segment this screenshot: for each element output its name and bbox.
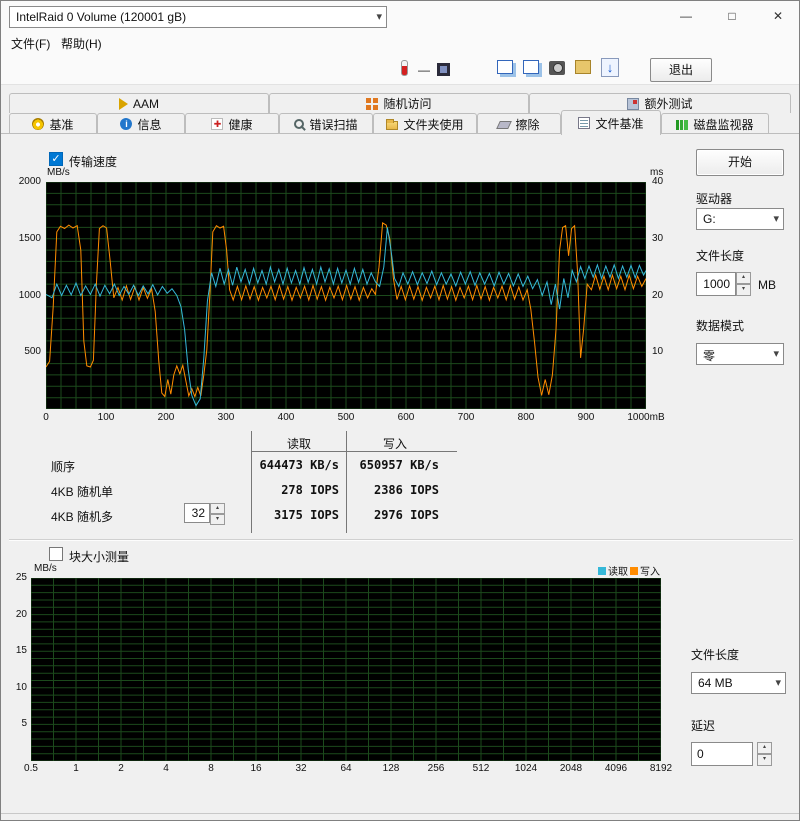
tab-folder-usage[interactable]: 文件夹使用	[373, 113, 477, 134]
menu-file[interactable]: 文件(F)	[5, 34, 56, 53]
tab-aam[interactable]: AAM	[9, 93, 269, 113]
menubar: 文件(F) 帮助(H)	[1, 31, 799, 53]
chevron-down-icon: ▾	[376, 11, 382, 23]
tab-folder-usage-label: 文件夹使用	[403, 117, 464, 132]
tab-disk-monitor[interactable]: 磁盘监视器	[661, 113, 769, 134]
drive-selector-value: IntelRaid 0 Volume (120001 gB)	[16, 10, 187, 24]
tab-info-label: 信息	[137, 117, 162, 132]
tab-health-label: 健康	[228, 117, 253, 132]
minimize-button[interactable]: —	[663, 1, 709, 31]
magnifier-icon	[294, 119, 305, 129]
file-benchmark-icon	[578, 117, 591, 129]
maximize-button[interactable]: □	[709, 1, 755, 31]
app-window: HD Tune Pro 5.75 - 硬盘/SSD 实用程序 — □ ✕ 文件(…	[0, 0, 800, 821]
tab-file-benchmark[interactable]: 文件基准	[561, 110, 661, 135]
tab-disk-monitor-label: 磁盘监视器	[693, 117, 754, 132]
tab-info[interactable]: 信息	[97, 113, 185, 134]
tab-file-benchmark-label: 文件基准	[595, 116, 644, 131]
tab-random-access[interactable]: 随机访问	[269, 93, 529, 113]
benchmark-icon	[32, 118, 45, 130]
tab-erase-label: 擦除	[515, 117, 540, 132]
tab-benchmark-label: 基准	[49, 117, 74, 132]
tab-benchmark[interactable]: 基准	[9, 113, 97, 134]
tab-error-scan-label: 错误扫描	[309, 117, 358, 132]
tab-health[interactable]: 健康	[185, 113, 279, 134]
info-icon	[120, 118, 133, 130]
menu-help[interactable]: 帮助(H)	[55, 34, 108, 53]
camera-icon[interactable]	[549, 61, 565, 75]
thermometer-icon	[401, 60, 408, 76]
tab-aam-label: AAM	[132, 96, 159, 111]
bar-chart-icon	[676, 119, 689, 130]
copy-image-icon[interactable]	[523, 60, 539, 74]
temperature-value: —	[418, 63, 430, 77]
health-icon	[211, 118, 224, 130]
download-icon[interactable]: ↓	[601, 58, 619, 77]
random-access-icon	[366, 97, 372, 103]
exit-button[interactable]: 退出	[650, 58, 712, 82]
tab-error-scan[interactable]: 错误扫描	[279, 113, 373, 134]
drive-selector[interactable]: IntelRaid 0 Volume (120001 gB) ▾	[9, 6, 387, 28]
save-results-icon[interactable]	[575, 60, 591, 74]
folder-icon	[386, 119, 399, 130]
tab-random-access-label: 随机访问	[383, 97, 432, 111]
tab-content-frame	[1, 133, 799, 814]
extra-tests-icon	[627, 97, 640, 110]
close-button[interactable]: ✕	[755, 1, 799, 31]
speaker-icon	[118, 97, 128, 110]
eraser-icon	[496, 121, 513, 129]
tab-erase[interactable]: 擦除	[477, 113, 561, 134]
sensor-icon[interactable]	[437, 63, 450, 76]
copy-text-icon[interactable]	[497, 60, 513, 74]
